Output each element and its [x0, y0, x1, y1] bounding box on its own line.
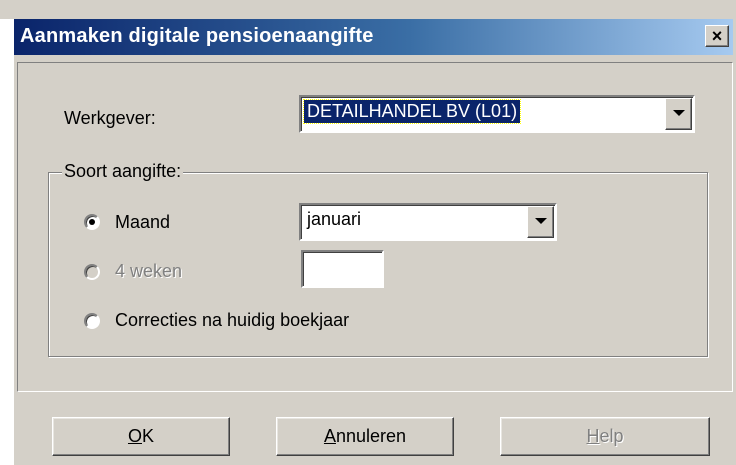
help-button[interactable]: Help [500, 417, 710, 456]
ok-button[interactable]: OK [52, 417, 230, 456]
chevron-down-icon[interactable] [665, 98, 692, 130]
radio-4-weken-label[interactable]: 4 weken [115, 261, 182, 282]
weken-input[interactable] [301, 250, 384, 288]
help-button-label: elp [599, 426, 624, 446]
werkgever-value: DETAILHANDEL BV (L01) [302, 99, 522, 124]
title-bar[interactable]: Aanmaken digitale pensioenaangifte × [14, 19, 733, 55]
ok-button-mnemonic: O [127, 426, 142, 446]
chevron-down-icon[interactable] [527, 206, 554, 238]
radio-correcties-label[interactable]: Correcties na huidig boekjaar [115, 310, 349, 331]
maand-value: januari [307, 209, 362, 229]
close-icon: × [711, 26, 723, 46]
close-button[interactable]: × [705, 25, 729, 47]
dialog-title: Aanmaken digitale pensioenaangifte [20, 25, 374, 47]
maand-dropdown[interactable]: januari [299, 203, 557, 241]
help-button-mnemonic: H [586, 426, 600, 446]
soort-aangifte-legend: Soort aangifte: [62, 161, 184, 182]
radio-correcties[interactable] [84, 313, 100, 329]
ok-button-label: K [142, 426, 155, 446]
cancel-button-label: nnuleren [335, 426, 407, 446]
werkgever-label: Werkgever: [64, 108, 156, 128]
radio-4-weken[interactable] [84, 264, 100, 280]
cancel-button-mnemonic: A [323, 426, 336, 446]
window-edge [0, 19, 14, 465]
werkgever-dropdown[interactable]: DETAILHANDEL BV (L01) [299, 95, 695, 133]
radio-maand-label[interactable]: Maand [115, 212, 170, 233]
dialog-window: Aanmaken digitale pensioenaangifte × Wer… [0, 0, 736, 465]
radio-maand[interactable] [84, 214, 100, 230]
cancel-button[interactable]: Annuleren [276, 417, 454, 456]
